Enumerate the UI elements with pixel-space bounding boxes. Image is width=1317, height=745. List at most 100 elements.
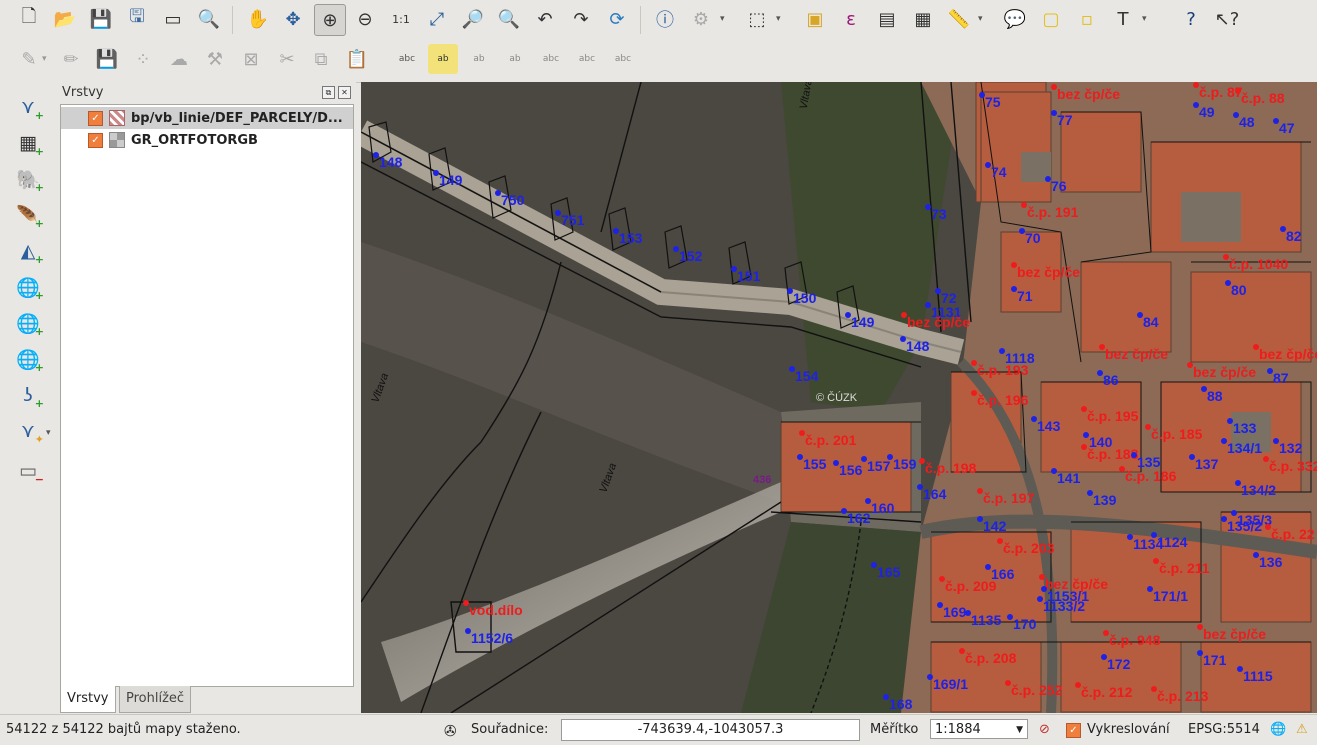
add-wcs-layer-icon[interactable]: 🌐 + bbox=[12, 308, 44, 339]
paste-features-icon[interactable]: 📋 bbox=[342, 44, 372, 74]
messages-warning-icon[interactable]: ⚠ bbox=[1296, 722, 1308, 737]
parcel-point-marker bbox=[971, 360, 977, 366]
new-shapefile-layer-icon[interactable]: ⋎ ✦ bbox=[12, 416, 44, 446]
building-number-label: č.p. 252 bbox=[1011, 682, 1063, 698]
parcel-point-marker bbox=[1233, 112, 1239, 118]
map-canvas[interactable]: Vltava Vltava Vltava © ČÚZK 148 149 750 … bbox=[361, 82, 1317, 713]
parcel-point-marker bbox=[555, 210, 561, 216]
parcel-point-marker bbox=[495, 190, 501, 196]
parcel-point-marker bbox=[977, 516, 983, 522]
change-label-icon[interactable]: abc bbox=[608, 44, 638, 74]
parcel-point-marker bbox=[1083, 432, 1089, 438]
zoom-out-icon[interactable]: ⊖ bbox=[350, 4, 380, 34]
zoom-to-layer-icon[interactable]: 🔍 bbox=[494, 4, 524, 34]
parcel-point-marker bbox=[1051, 110, 1057, 116]
save-edits-icon[interactable]: 💾 bbox=[92, 44, 122, 74]
parcel-point-marker bbox=[1007, 614, 1013, 620]
label-highlight-icon[interactable]: ab bbox=[428, 44, 458, 74]
add-wms-layer-icon[interactable]: 🌐 + bbox=[12, 272, 44, 303]
close-panel-icon[interactable]: ✕ bbox=[338, 86, 351, 99]
new-print-composer-icon[interactable]: ▭ bbox=[158, 4, 188, 34]
layer-item-parcels[interactable]: ✓ bp/vb_linie/DEF_PARCELY/D... bbox=[61, 107, 353, 129]
refresh-icon[interactable]: ⟳ bbox=[602, 4, 632, 34]
crs-globe-icon[interactable]: 🌐 bbox=[1270, 722, 1286, 737]
tab-browser[interactable]: Prohlížeč bbox=[119, 686, 192, 713]
rotate-label-icon[interactable]: abc bbox=[572, 44, 602, 74]
add-spatialite-layer-icon[interactable]: 🪶 + bbox=[12, 200, 44, 231]
zoom-full-icon[interactable]: ⤢ bbox=[422, 4, 452, 34]
digitize-pencil-icon[interactable]: ✎ bbox=[14, 44, 44, 74]
delete-selected-icon[interactable]: ⊠ bbox=[236, 44, 266, 74]
label-abc-icon[interactable]: abc bbox=[392, 44, 422, 74]
coordinate-label: Souřadnice: bbox=[471, 722, 549, 737]
parcel-label: 148 bbox=[379, 154, 403, 170]
whats-this-icon[interactable]: ↖? bbox=[1212, 4, 1242, 34]
pan-icon[interactable]: ✋ bbox=[243, 4, 273, 34]
add-wfs-layer-icon[interactable]: 🌐 + bbox=[12, 344, 44, 375]
move-feature-icon[interactable]: ☁ bbox=[164, 44, 194, 74]
coordinate-toggle-icon[interactable]: ✇ bbox=[444, 722, 457, 740]
parcel-point-marker bbox=[1147, 586, 1153, 592]
zoom-to-selection-icon[interactable]: 🔎 bbox=[458, 4, 488, 34]
pan-to-selection-icon[interactable]: ✥ bbox=[278, 4, 308, 34]
tab-layers[interactable]: Vrstvy bbox=[60, 686, 116, 713]
zoom-last-icon[interactable]: ↶ bbox=[530, 4, 560, 34]
parcel-point-marker bbox=[731, 266, 737, 272]
form-annotation-icon[interactable]: ▫ bbox=[1072, 4, 1102, 34]
add-vector-layer-icon[interactable]: ⋎ + bbox=[12, 92, 44, 122]
new-project-icon[interactable]: 🗋 bbox=[14, 4, 44, 34]
composer-manager-icon[interactable]: 🔍 bbox=[194, 4, 224, 34]
measure-icon[interactable]: 📏 bbox=[944, 4, 974, 34]
save-as-icon[interactable]: 🖫 bbox=[122, 4, 152, 34]
render-checkbox[interactable]: ✓ bbox=[1066, 723, 1081, 738]
parcel-label: 171/1 bbox=[1153, 588, 1189, 604]
parcel-point-marker bbox=[971, 390, 977, 396]
cut-features-icon[interactable]: ✂ bbox=[272, 44, 302, 74]
node-tool-icon[interactable]: ⚒ bbox=[200, 44, 230, 74]
open-project-icon[interactable]: 📂 bbox=[50, 4, 80, 34]
label-icon[interactable]: T bbox=[1108, 4, 1138, 34]
building-number-label: bez čp/če bbox=[1193, 364, 1257, 380]
parcel-point-marker bbox=[925, 302, 931, 308]
remove-layer-icon[interactable]: ▭ − bbox=[12, 456, 44, 486]
layer-visibility-checkbox[interactable]: ✓ bbox=[88, 132, 103, 148]
stop-render-icon[interactable]: ⊘ bbox=[1039, 722, 1050, 737]
coordinate-field[interactable]: -743639.4,-1043057.3 bbox=[561, 719, 860, 741]
identify-icon[interactable]: ⓘ bbox=[650, 4, 680, 34]
parcel-point-marker bbox=[871, 562, 877, 568]
parcel-label: 84 bbox=[1143, 314, 1159, 330]
parcel-label: 169/1 bbox=[933, 676, 969, 692]
action-icon[interactable]: ⚙ bbox=[686, 4, 716, 34]
parcel-label: 154 bbox=[795, 368, 819, 384]
pin-label-icon[interactable]: ab bbox=[464, 44, 494, 74]
crs-label[interactable]: EPSG:5514 bbox=[1188, 722, 1260, 737]
parcel-point-marker bbox=[1237, 666, 1243, 672]
scale-combobox[interactable]: 1:1884 ▼ bbox=[930, 719, 1028, 739]
toggle-editing-icon[interactable]: ✏ bbox=[56, 44, 86, 74]
parcel-label: 132 bbox=[1279, 440, 1303, 456]
float-panel-icon[interactable]: ⧉ bbox=[322, 86, 335, 99]
zoom-in-icon[interactable]: ⊕ bbox=[314, 4, 346, 36]
annotation-icon[interactable]: 💬 bbox=[1000, 4, 1030, 34]
deselect-icon[interactable]: ▣ bbox=[800, 4, 830, 34]
move-label-icon[interactable]: abc bbox=[536, 44, 566, 74]
add-mssql-layer-icon[interactable]: ◭ + bbox=[12, 236, 44, 266]
parcel-label: 73 bbox=[931, 206, 947, 222]
zoom-next-icon[interactable]: ↷ bbox=[566, 4, 596, 34]
layer-visibility-checkbox[interactable]: ✓ bbox=[88, 110, 103, 126]
show-hide-label-icon[interactable]: ab bbox=[500, 44, 530, 74]
add-delimited-text-layer-icon[interactable]: ʖ + bbox=[12, 380, 44, 410]
text-annotation-icon[interactable]: ▢ bbox=[1036, 4, 1066, 34]
add-raster-layer-icon[interactable]: ▦ + bbox=[12, 128, 44, 158]
save-project-icon[interactable]: 💾 bbox=[86, 4, 116, 34]
add-feature-icon[interactable]: ⁘ bbox=[128, 44, 158, 74]
help-icon[interactable]: ? bbox=[1176, 4, 1206, 34]
zoom-actual-size-icon[interactable]: 1:1 bbox=[386, 4, 416, 34]
statistics-icon[interactable]: ▦ bbox=[908, 4, 938, 34]
copy-features-icon[interactable]: ⧉ bbox=[306, 44, 336, 74]
layer-item-orthophoto[interactable]: ✓ GR_ORTFOTORGB bbox=[61, 129, 353, 151]
attribute-table-icon[interactable]: ▤ bbox=[872, 4, 902, 34]
add-postgis-layer-icon[interactable]: 🐘 + bbox=[12, 164, 44, 195]
select-features-icon[interactable]: ⬚ bbox=[742, 4, 772, 34]
expression-select-icon[interactable]: ε bbox=[836, 4, 866, 34]
